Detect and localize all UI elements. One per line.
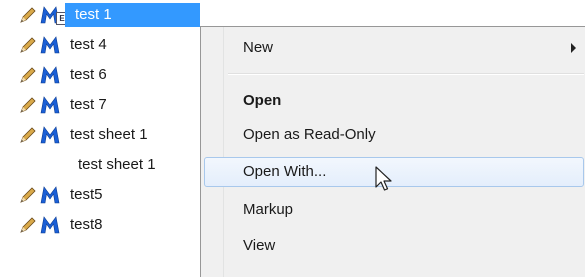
menu-item-label: Open [243, 92, 282, 109]
file-name: test8 [70, 216, 103, 233]
mouse-cursor-icon [375, 166, 392, 191]
context-menu: New Open Open as Read-Only Open With... … [200, 26, 585, 277]
file-row-test-4[interactable]: test 4 [0, 30, 200, 60]
pencil-icon [20, 97, 36, 113]
submenu-arrow-icon [571, 43, 576, 53]
file-name: test5 [70, 186, 103, 203]
file-row-test-sheet-1-plain[interactable]: test sheet 1 [0, 150, 200, 180]
file-name: test 4 [70, 36, 107, 53]
file-row-test-sheet-1[interactable]: test sheet 1 [0, 120, 200, 150]
file-row-test8[interactable]: test8 [0, 210, 200, 240]
file-name: test 1 [75, 6, 112, 23]
file-row-test5[interactable]: test5 [0, 180, 200, 210]
pencil-icon [20, 187, 36, 203]
m-icon [40, 36, 60, 54]
file-name: test sheet 1 [70, 126, 148, 143]
m-icon [40, 216, 60, 234]
menu-item-label: Markup [243, 201, 294, 218]
menu-item-new[interactable]: New [204, 33, 584, 63]
menu-item-open-read-only[interactable]: Open as Read-Only [204, 120, 584, 150]
m-icon [40, 96, 60, 114]
menu-item-open[interactable]: Open [204, 86, 584, 116]
file-row-test-6[interactable]: test 6 [0, 60, 200, 90]
menu-item-markup[interactable]: Markup [204, 195, 584, 225]
pencil-icon [20, 37, 36, 53]
menu-item-label: Open as Read-Only [243, 126, 376, 143]
explorer-window: E test 1 test 4 test 6 test 7 test sheet… [0, 0, 585, 277]
pencil-icon [20, 127, 36, 143]
m-icon [40, 126, 60, 144]
menu-item-label: View [243, 237, 276, 254]
file-name: test 6 [70, 66, 107, 83]
m-icon [40, 66, 60, 84]
pencil-icon [20, 67, 36, 83]
file-row-test-7[interactable]: test 7 [0, 90, 200, 120]
menu-item-view[interactable]: View [204, 231, 584, 261]
file-list: E test 1 test 4 test 6 test 7 test sheet… [0, 0, 200, 277]
menu-item-label: Open With... [243, 163, 327, 180]
file-name: test sheet 1 [78, 156, 156, 173]
menu-item-label: New [243, 39, 274, 56]
menu-separator [228, 73, 584, 75]
pencil-icon [20, 7, 36, 23]
m-icon [40, 186, 60, 204]
pencil-icon [20, 217, 36, 233]
file-row-test-1[interactable]: E test 1 [0, 0, 200, 30]
file-name: test 7 [70, 96, 107, 113]
